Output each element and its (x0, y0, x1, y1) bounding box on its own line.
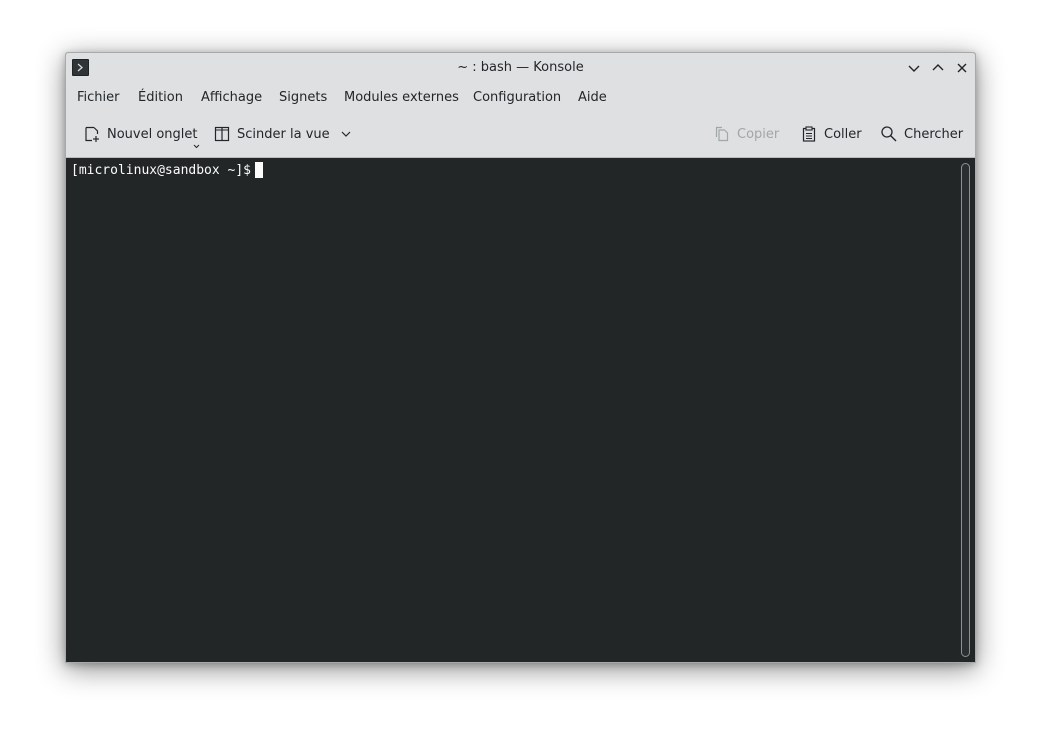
menu-modules-externes[interactable]: Modules externes (344, 90, 459, 105)
new-tab-icon (83, 125, 101, 143)
minimize-icon[interactable] (905, 59, 923, 77)
menu-aide[interactable]: Aide (578, 90, 607, 105)
split-view-button[interactable]: Scinder la vue (213, 121, 352, 147)
terminal-prompt: [microlinux@sandbox ~]$ (71, 162, 264, 178)
paste-button[interactable]: Coller (800, 121, 862, 147)
menubar: Fichier Édition Affichage Signets Module… (66, 83, 975, 111)
menu-fichier[interactable]: Fichier (77, 90, 120, 105)
toolbar: Nouvel onglet Scinder la vue Copier Coll… (66, 117, 975, 151)
split-view-label: Scinder la vue (237, 126, 330, 142)
scrollbar[interactable] (961, 163, 970, 657)
new-tab-label: Nouvel onglet (107, 126, 198, 142)
new-tab-button[interactable]: Nouvel onglet (83, 121, 198, 147)
terminal-view[interactable]: [microlinux@sandbox ~]$ (66, 158, 975, 662)
prompt-text: [microlinux@sandbox ~]$ (71, 162, 252, 178)
window-chrome: ~ : bash — Konsole Fichier Édition Affic… (66, 53, 975, 158)
search-label: Chercher (904, 126, 964, 142)
paste-label: Coller (824, 126, 862, 142)
menu-affichage[interactable]: Affichage (201, 90, 262, 105)
text-cursor (255, 162, 264, 178)
copy-icon (713, 125, 731, 143)
search-icon (880, 125, 898, 143)
window-title: ~ : bash — Konsole (457, 60, 584, 75)
search-button[interactable]: Chercher (880, 121, 963, 147)
paste-icon (800, 125, 818, 143)
chevron-down-icon[interactable] (340, 128, 352, 140)
split-view-icon (213, 125, 231, 143)
copy-label: Copier (737, 126, 780, 142)
menu-edition[interactable]: Édition (138, 90, 183, 105)
close-icon[interactable] (953, 59, 971, 77)
menu-signets[interactable]: Signets (279, 90, 327, 105)
chevron-down-icon[interactable] (193, 138, 200, 149)
maximize-icon[interactable] (929, 59, 947, 77)
copy-button[interactable]: Copier (713, 121, 779, 147)
menu-configuration[interactable]: Configuration (473, 90, 561, 105)
titlebar[interactable]: ~ : bash — Konsole (66, 53, 975, 83)
konsole-window: ~ : bash — Konsole Fichier Édition Affic… (65, 52, 976, 663)
